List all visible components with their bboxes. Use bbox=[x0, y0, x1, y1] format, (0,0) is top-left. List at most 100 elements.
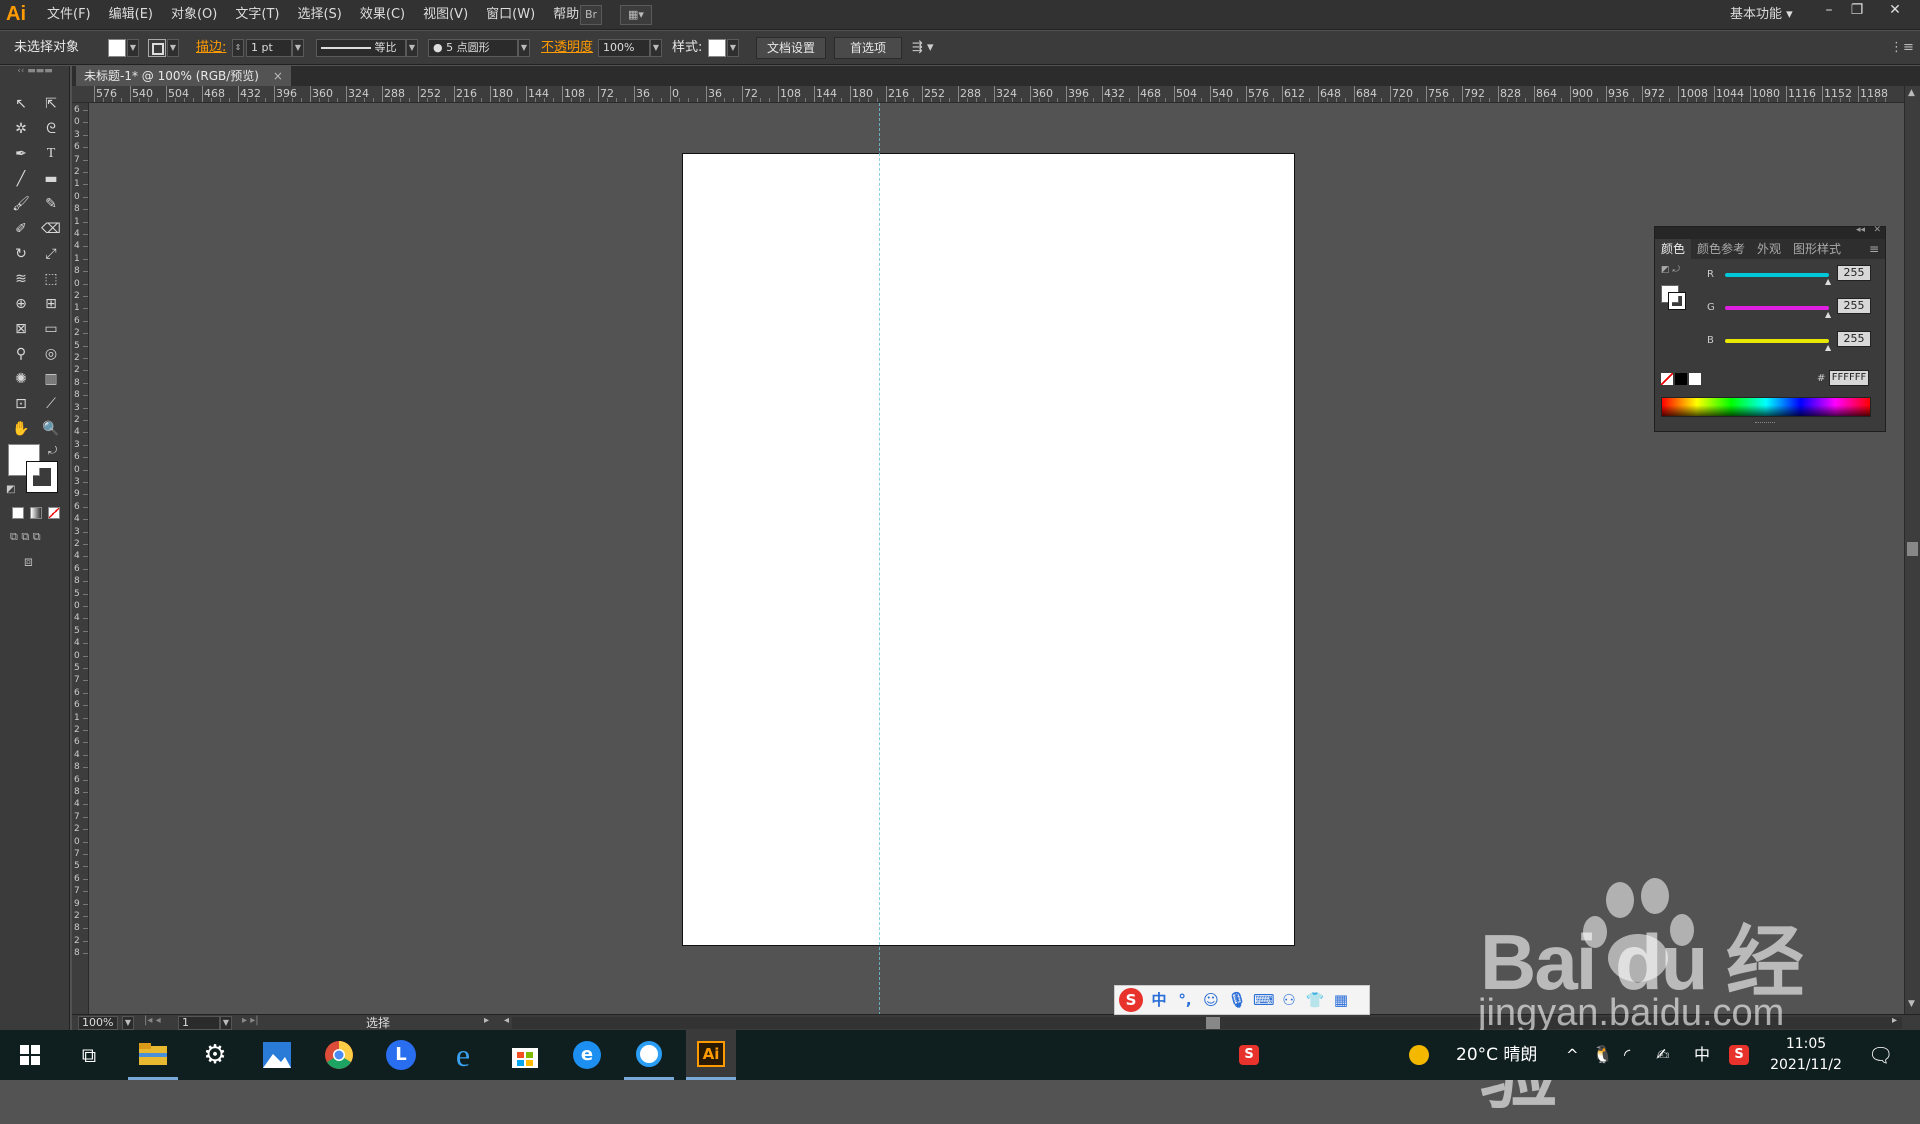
hex-value-field[interactable]: FFFFFF bbox=[1829, 370, 1869, 386]
l-app-icon[interactable]: L bbox=[376, 1030, 426, 1080]
ime-mode-toggle[interactable]: 中 bbox=[1149, 990, 1169, 1010]
emoji-icon[interactable]: ☺ bbox=[1201, 990, 1221, 1010]
pen-ink-icon[interactable]: ✍ bbox=[1656, 1030, 1669, 1080]
document-tab-close-icon[interactable]: × bbox=[273, 69, 283, 83]
blend-tool-icon[interactable]: ◎ bbox=[38, 342, 64, 366]
graphic-style-dropdown[interactable]: ▼ bbox=[727, 39, 739, 57]
tab-appearance[interactable]: 外观 bbox=[1751, 239, 1787, 259]
lasso-tool-icon[interactable]: ᘓ bbox=[38, 117, 64, 141]
opacity-label[interactable]: 不透明度 bbox=[541, 31, 593, 65]
b-slider[interactable] bbox=[1725, 339, 1829, 343]
skin-icon[interactable]: 👕 bbox=[1305, 990, 1325, 1010]
graphic-style-swatch[interactable] bbox=[708, 39, 726, 57]
clock-date[interactable]: 2021/11/2 bbox=[1766, 1057, 1846, 1073]
gradient-mode-icon[interactable] bbox=[30, 507, 42, 519]
profile-dropdown[interactable]: ▼ bbox=[406, 39, 418, 57]
chrome-icon[interactable] bbox=[314, 1030, 364, 1080]
color-mode-icon[interactable] bbox=[12, 507, 24, 519]
edge-browser-icon[interactable]: e bbox=[562, 1030, 612, 1080]
opacity-field[interactable]: 100% bbox=[598, 39, 650, 57]
b-slider-handle[interactable]: ▲ bbox=[1825, 343, 1831, 352]
internet-explorer-icon[interactable]: e bbox=[438, 1030, 488, 1080]
keyboard-icon[interactable]: ⌨ bbox=[1253, 990, 1275, 1010]
vertical-guide[interactable] bbox=[879, 103, 880, 1015]
tab-color[interactable]: 颜色 bbox=[1655, 239, 1692, 259]
menu-type[interactable]: 文字(T) bbox=[226, 0, 288, 30]
minimize-icon[interactable]: – bbox=[1814, 0, 1844, 20]
panel-menu-icon[interactable]: ⋮≡ bbox=[1890, 31, 1914, 65]
tab-graphic-styles[interactable]: 图形样式 bbox=[1787, 239, 1847, 259]
scroll-down-icon[interactable]: ▼ bbox=[1908, 999, 1915, 1009]
menu-select[interactable]: 选择(S) bbox=[288, 0, 350, 30]
r-slider[interactable] bbox=[1725, 273, 1829, 277]
stroke-weight-stepper[interactable]: ⇕ bbox=[232, 39, 244, 57]
restore-icon[interactable]: ❐ bbox=[1842, 0, 1872, 20]
workspace-switcher[interactable]: 基本功能 ▾ bbox=[1730, 0, 1793, 30]
collapse-panel-icon[interactable]: ◂◂ bbox=[1856, 225, 1865, 235]
artboard[interactable] bbox=[682, 153, 1295, 946]
line-segment-tool-icon[interactable]: ╱ bbox=[8, 167, 34, 191]
magic-wand-tool-icon[interactable]: ✲ bbox=[8, 117, 34, 141]
clock-time[interactable]: 11:05 bbox=[1766, 1036, 1846, 1052]
screen-mode-icon[interactable]: ⧈ bbox=[24, 554, 33, 570]
menu-window[interactable]: 窗口(W) bbox=[477, 0, 544, 30]
fill-dropdown[interactable]: ▼ bbox=[127, 39, 139, 57]
scale-tool-icon[interactable]: ⤢ bbox=[38, 242, 64, 266]
none-swatch[interactable] bbox=[1661, 373, 1673, 385]
artboard-dropdown[interactable]: ▼ bbox=[220, 1016, 232, 1030]
width-tool-icon[interactable]: ≋ bbox=[8, 267, 34, 291]
opacity-dropdown[interactable]: ▼ bbox=[650, 39, 662, 57]
input-language[interactable]: 中 bbox=[1694, 1030, 1710, 1080]
microphone-icon[interactable]: 🎙 bbox=[1227, 990, 1247, 1010]
brush-dropdown[interactable]: ▼ bbox=[518, 39, 530, 57]
color-panel-menu-icon[interactable]: ≡ bbox=[1863, 239, 1885, 259]
menu-view[interactable]: 视图(V) bbox=[414, 0, 477, 30]
brush-definition[interactable]: ● 5 点圆形 bbox=[428, 39, 518, 57]
stroke-color-box[interactable] bbox=[26, 461, 58, 493]
paintbrush-tool-icon[interactable]: 🖌 bbox=[8, 192, 34, 216]
white-swatch[interactable] bbox=[1689, 373, 1701, 385]
menu-edit[interactable]: 编辑(E) bbox=[100, 0, 162, 30]
g-value-field[interactable]: 255 bbox=[1837, 298, 1871, 314]
perspective-grid-tool-icon[interactable]: ⊞ bbox=[38, 292, 64, 316]
zoom-tool-icon[interactable]: 🔍 bbox=[38, 417, 64, 441]
status-menu-icon[interactable]: ▸ bbox=[484, 1015, 489, 1026]
vertical-scroll-thumb[interactable] bbox=[1907, 542, 1918, 556]
r-value-field[interactable]: 255 bbox=[1837, 265, 1871, 281]
horizontal-ruler[interactable]: 576 540 504 468 432 396 360 324 288 252 216 180 144 1… bbox=[72, 86, 1904, 103]
sogou-tray-icon[interactable]: S bbox=[1224, 1030, 1274, 1080]
scroll-up-icon[interactable]: ▲ bbox=[1908, 88, 1915, 98]
user-icon[interactable]: ⚇ bbox=[1279, 990, 1299, 1010]
mesh-tool-icon[interactable]: ⊠ bbox=[8, 317, 34, 341]
weather-sun-icon[interactable] bbox=[1406, 1030, 1432, 1080]
sogou-logo-icon[interactable]: S bbox=[1119, 988, 1143, 1012]
scroll-right-icon[interactable]: ▸ bbox=[1892, 1015, 1897, 1026]
stroke-dropdown[interactable]: ▼ bbox=[167, 39, 179, 57]
artboard-tool-icon[interactable]: ⊡ bbox=[8, 392, 34, 416]
tab-color-guide[interactable]: 颜色参考 bbox=[1691, 239, 1751, 259]
shape-builder-tool-icon[interactable]: ⊕ bbox=[8, 292, 34, 316]
windows-start-icon[interactable] bbox=[5, 1030, 55, 1080]
stroke-label[interactable]: 描边: bbox=[196, 31, 226, 65]
gradient-tool-icon[interactable]: ▭ bbox=[38, 317, 64, 341]
menu-file[interactable]: 文件(F) bbox=[38, 0, 100, 30]
blob-brush-tool-icon[interactable]: ✐ bbox=[8, 217, 34, 241]
free-transform-tool-icon[interactable]: ⬚ bbox=[38, 267, 64, 291]
color-panel-titlebar[interactable]: ◂◂ ✕ bbox=[1655, 225, 1885, 239]
bridge-icon[interactable]: Br bbox=[580, 5, 602, 25]
g-slider[interactable] bbox=[1725, 306, 1829, 310]
task-view-icon[interactable]: ⧉ bbox=[64, 1030, 114, 1080]
store-icon[interactable] bbox=[500, 1030, 550, 1080]
artboard-navigation-field[interactable]: 1 bbox=[178, 1016, 220, 1030]
zoom-dropdown[interactable]: ▼ bbox=[122, 1016, 134, 1030]
fill-swatch[interactable] bbox=[108, 39, 126, 57]
illustrator-taskbar-icon[interactable]: Ai bbox=[686, 1030, 736, 1080]
slice-tool-icon[interactable]: ⟋ bbox=[38, 392, 64, 416]
search-app-icon[interactable] bbox=[624, 1030, 674, 1080]
stroke-weight-dropdown[interactable]: ▼ bbox=[292, 39, 304, 57]
b-value-field[interactable]: 255 bbox=[1837, 331, 1871, 347]
toolbox-icon[interactable]: ▦ bbox=[1331, 990, 1351, 1010]
panel-resize-handle[interactable] bbox=[1755, 422, 1775, 425]
zoom-field[interactable]: 100% bbox=[78, 1016, 118, 1030]
rotate-tool-icon[interactable]: ↻ bbox=[8, 242, 34, 266]
